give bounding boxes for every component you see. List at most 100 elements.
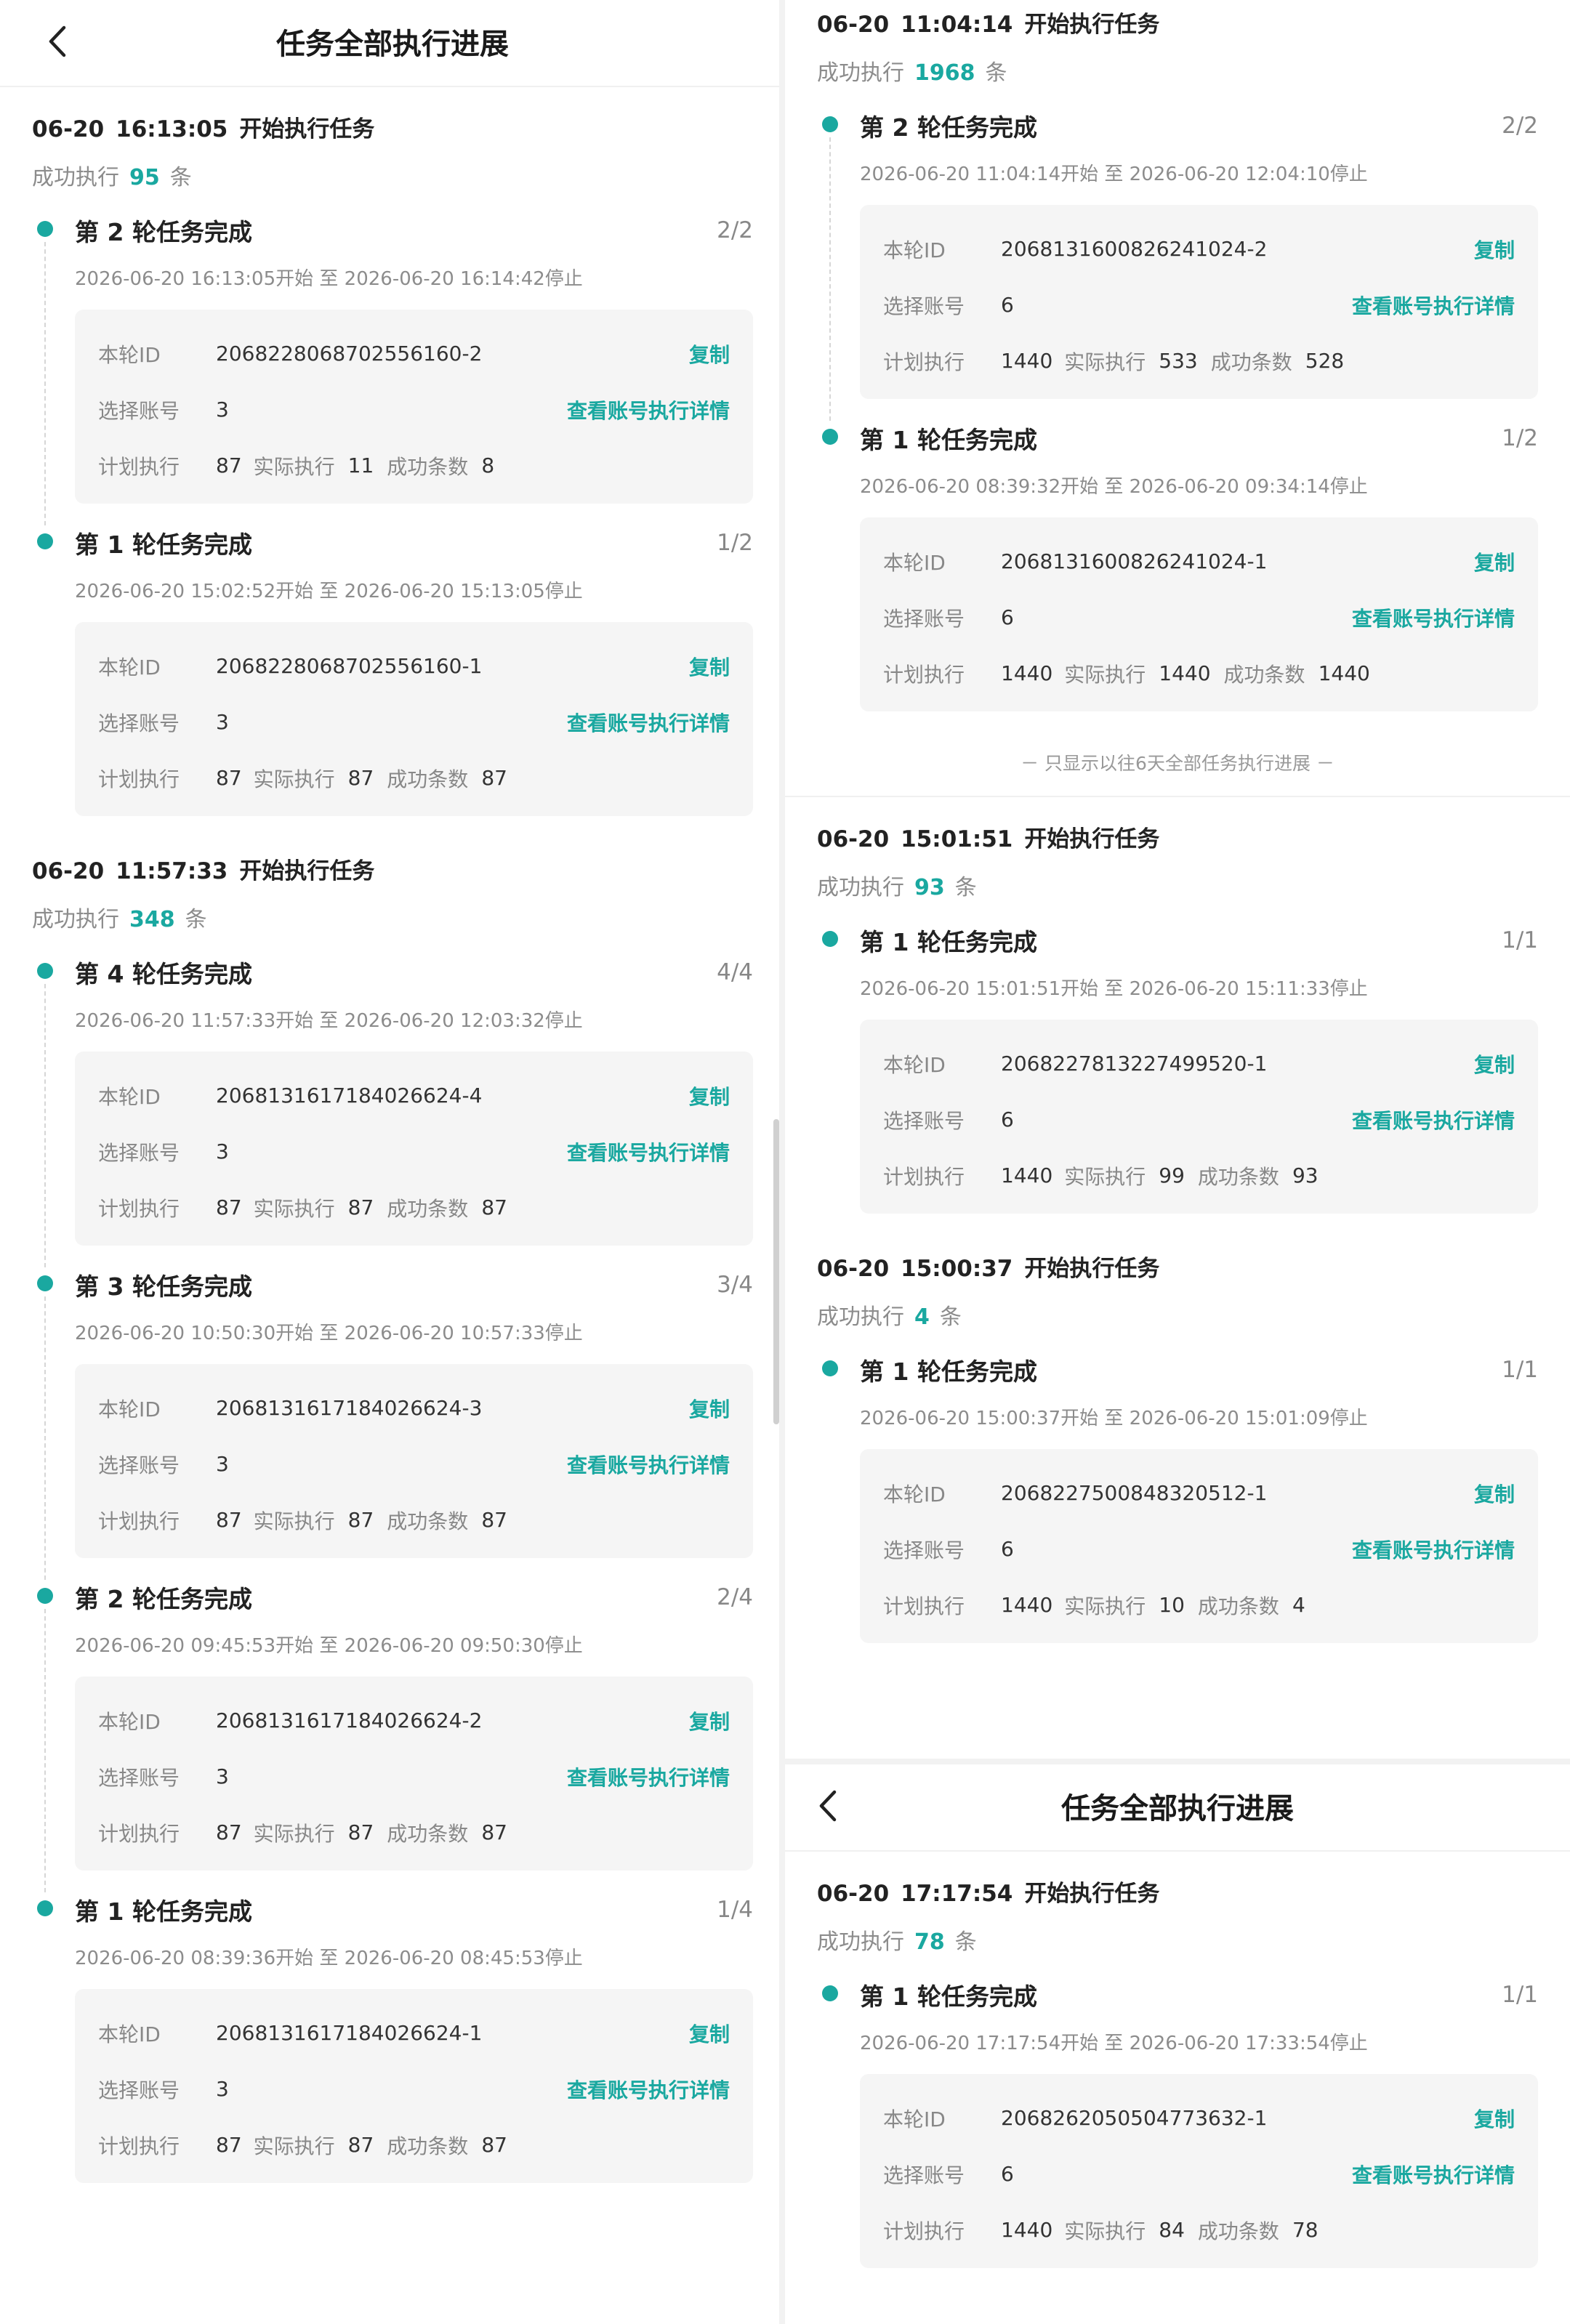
timeline-dot-icon (37, 1588, 53, 1604)
view-detail-link[interactable]: 查看账号执行详情 (567, 395, 730, 424)
plan-label: 计划执行 (883, 662, 965, 687)
round-card: 本轮ID 2068131617184026624-3 复制 选择账号 3 查看账号执行详情… (75, 1364, 753, 1558)
copy-button[interactable]: 复制 (689, 339, 730, 368)
copy-button[interactable]: 复制 (689, 1706, 730, 1735)
account-count: 6 (1001, 293, 1014, 317)
copy-button[interactable]: 复制 (1474, 547, 1515, 576)
round-id-value: 2068228068702556160-1 (216, 654, 483, 678)
success-summary: 成功执行 95 条 (32, 159, 753, 191)
task-start-line: 06-20 11:57:33 开始执行任务 (32, 852, 753, 885)
success-suffix: 条 (985, 60, 1007, 86)
view-detail-link[interactable]: 查看账号执行详情 (567, 2075, 730, 2104)
plan-value: 87 (216, 453, 242, 477)
history-note: － 只显示以往6天全部任务执行进展 － (785, 725, 1570, 797)
round-progress: 3/4 (717, 1272, 753, 1298)
view-detail-link[interactable]: 查看账号执行详情 (1352, 1105, 1515, 1134)
account-label: 选择账号 (883, 1108, 965, 1133)
round-title-row: 第 1 轮任务完成 1/4 (75, 1892, 753, 1927)
plan-label: 计划执行 (98, 2134, 180, 2158)
round-id-row: 本轮ID 2068228068702556160-1 复制 (98, 638, 730, 694)
view-detail-link[interactable]: 查看账号执行详情 (567, 1137, 730, 1166)
copy-button[interactable]: 复制 (1474, 2104, 1515, 2133)
copy-button[interactable]: 复制 (689, 652, 730, 681)
actual-value: 10 (1159, 1593, 1185, 1617)
timeline-dot-icon (822, 1985, 838, 2001)
page-title: 任务全部执行进展 (1061, 1792, 1294, 1825)
task-time: 15:01:51 (901, 826, 1013, 852)
success-summary: 成功执行 78 条 (817, 1924, 1538, 1956)
actual-label: 实际执行 (253, 767, 335, 791)
account-count: 3 (216, 2077, 229, 2101)
page-title: 任务全部执行进展 (276, 28, 509, 61)
view-detail-link[interactable]: 查看账号执行详情 (1352, 1535, 1515, 1564)
account-row: 选择账号 6 查看账号执行详情 (883, 1521, 1515, 1577)
timeline-line (44, 1296, 46, 1580)
task-block: 06-20 16:13:05 开始执行任务 成功执行 95 条第 2 轮任务完成 2/2 20… (0, 87, 785, 829)
task-list: 06-20 16:13:05 开始执行任务 成功执行 95 条第 2 轮任务完成 2/2 20… (0, 87, 785, 2196)
round-id-row: 本轮ID 2068131617184026624-2 复制 (98, 1692, 730, 1748)
actual-label: 实际执行 (253, 1509, 335, 1533)
round-title: 第 3 轮任务完成 (75, 1272, 252, 1301)
view-detail-link[interactable]: 查看账号执行详情 (1352, 2160, 1515, 2189)
round-progress: 2/4 (717, 1584, 753, 1610)
round-title: 第 1 轮任务完成 (860, 928, 1037, 956)
round-title: 第 2 轮任务完成 (75, 218, 252, 246)
second-panel: 任务全部执行进展 06-20 17:17:54 开始执行任务 成功执行 78 条第 1 轮… (785, 1759, 1570, 2324)
plan-value: 1440 (1001, 2218, 1053, 2242)
account-label: 选择账号 (883, 2163, 965, 2187)
actual-value: 87 (347, 766, 374, 790)
stats-row: 计划执行 87 实际执行 87 成功条数 87 (98, 2117, 730, 2173)
success-count-value: 4 (1292, 1593, 1305, 1617)
account-label: 选择账号 (98, 1140, 180, 1165)
actual-value: 1440 (1159, 661, 1211, 685)
view-detail-link[interactable]: 查看账号执行详情 (567, 1762, 730, 1791)
round-progress: 2/2 (717, 217, 753, 243)
task-time: 15:00:37 (901, 1256, 1013, 1282)
timeline-line (44, 242, 46, 525)
view-detail-link[interactable]: 查看账号执行详情 (567, 708, 730, 737)
account-count: 3 (216, 1764, 229, 1788)
plan-label: 计划执行 (883, 1594, 965, 1618)
round-item: 第 1 轮任务完成 1/2 2026-06-20 15:02:52开始 至 2026… (32, 525, 753, 816)
task-list: 06-20 15:01:51 开始执行任务 成功执行 93 条第 1 轮任务完成 1/1 20… (785, 797, 1570, 1656)
round-item: 第 1 轮任务完成 1/1 2026-06-20 17:17:54开始 至 2026… (817, 1977, 1538, 2268)
round-time-range: 2026-06-20 15:01:51开始 至 2026-06-20 15:11… (860, 978, 1368, 1000)
account-count: 3 (216, 398, 229, 421)
copy-button[interactable]: 复制 (689, 1081, 730, 1110)
view-detail-link[interactable]: 查看账号执行详情 (1352, 603, 1515, 632)
account-row: 选择账号 6 查看账号执行详情 (883, 277, 1515, 333)
stats-row: 计划执行 87 实际执行 11 成功条数 8 (98, 437, 730, 493)
actual-label: 实际执行 (1064, 1164, 1146, 1189)
success-count-label: 成功条数 (387, 1821, 469, 1846)
timeline-dot-icon (822, 429, 838, 445)
task-start-line: 06-20 15:00:37 开始执行任务 (817, 1250, 1538, 1283)
round-id-value: 2068131600826241024-1 (1001, 549, 1268, 573)
copy-button[interactable]: 复制 (1474, 1049, 1515, 1078)
round-title: 第 1 轮任务完成 (860, 1357, 1037, 1386)
copy-button[interactable]: 复制 (1474, 235, 1515, 264)
task-start-label: 开始执行任务 (1024, 1881, 1160, 1907)
round-card: 本轮ID 2068131617184026624-2 复制 选择账号 3 查看账号执行详情… (75, 1677, 753, 1871)
round-id-row: 本轮ID 2068131617184026624-4 复制 (98, 1068, 730, 1123)
round-time-range: 2026-06-20 17:17:54开始 至 2026-06-20 17:33… (860, 2033, 1368, 2054)
success-summary: 成功执行 348 条 (32, 901, 753, 933)
task-date: 06-20 (32, 116, 105, 142)
success-suffix: 条 (939, 1304, 962, 1330)
round-id-label: 本轮ID (883, 1482, 946, 1506)
view-detail-link[interactable]: 查看账号执行详情 (1352, 291, 1515, 320)
account-count: 6 (1001, 1537, 1014, 1561)
task-block: 06-20 15:00:37 开始执行任务 成功执行 4 条第 1 轮任务完成 1/1 202… (785, 1227, 1570, 1656)
round-item: 第 2 轮任务完成 2/2 2026-06-20 11:04:14开始 至 2026… (817, 108, 1538, 421)
copy-button[interactable]: 复制 (689, 2019, 730, 2048)
actual-value: 99 (1159, 1163, 1185, 1187)
account-label: 选择账号 (98, 1453, 180, 1477)
copy-button[interactable]: 复制 (689, 1394, 730, 1423)
success-count-value: 87 (481, 1195, 507, 1219)
scrollbar[interactable] (773, 1119, 779, 1424)
task-date: 06-20 (32, 858, 105, 884)
stats-row: 计划执行 1440 实际执行 1440 成功条数 1440 (883, 645, 1515, 701)
round-id-value: 2068227500848320512-1 (1001, 1481, 1268, 1505)
round-id-label: 本轮ID (98, 655, 161, 679)
view-detail-link[interactable]: 查看账号执行详情 (567, 1450, 730, 1479)
copy-button[interactable]: 复制 (1474, 1479, 1515, 1508)
